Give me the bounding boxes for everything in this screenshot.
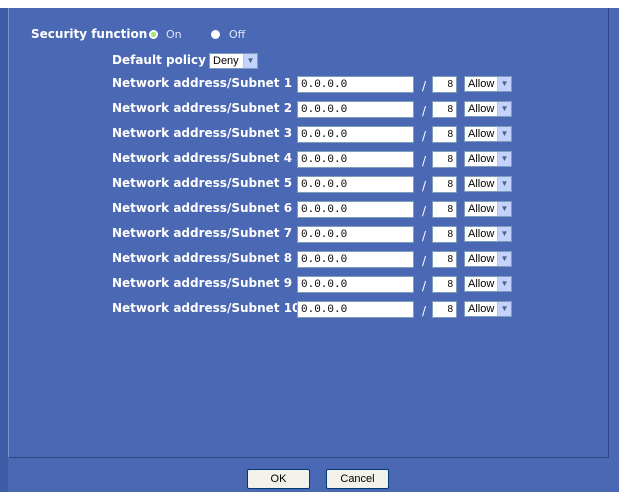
rule-action-select[interactable]: Allow ▼ xyxy=(464,101,512,117)
rule-action-select[interactable]: Allow ▼ xyxy=(464,126,512,142)
rule-label: Network address/Subnet 6 xyxy=(112,201,293,215)
chevron-down-icon: ▼ xyxy=(243,54,257,68)
subnet-mask-input[interactable]: 8 xyxy=(432,201,457,218)
network-address-input[interactable]: 0.0.0.0 xyxy=(297,226,414,243)
chevron-down-icon: ▼ xyxy=(497,77,511,91)
rule-action-value: Allow xyxy=(468,278,495,290)
subnet-mask-input[interactable]: 8 xyxy=(432,276,457,293)
security-function-label: Security function xyxy=(31,27,148,41)
subnet-mask-input[interactable]: 8 xyxy=(432,301,457,318)
network-address-input[interactable]: 0.0.0.0 xyxy=(297,126,414,143)
subnet-mask-input[interactable]: 8 xyxy=(432,126,457,143)
subnet-mask-input[interactable]: 8 xyxy=(432,101,457,118)
rule-action-value: Allow xyxy=(468,228,495,240)
rule-action-select[interactable]: Allow ▼ xyxy=(464,251,512,267)
chevron-down-icon: ▼ xyxy=(497,177,511,191)
rule-label: Network address/Subnet 3 xyxy=(112,126,293,140)
security-off-label: Off xyxy=(229,28,246,41)
rule-label: Network address/Subnet 4 xyxy=(112,151,293,165)
subnet-mask-input[interactable]: 8 xyxy=(432,226,457,243)
rule-action-select[interactable]: Allow ▼ xyxy=(464,201,512,217)
separator-slash: / xyxy=(422,279,427,293)
chevron-down-icon: ▼ xyxy=(497,202,511,216)
chevron-down-icon: ▼ xyxy=(497,127,511,141)
rule-action-select[interactable]: Allow ▼ xyxy=(464,151,512,167)
rule-label: Network address/Subnet 8 xyxy=(112,251,293,265)
rule-action-value: Allow xyxy=(468,253,495,265)
network-address-input[interactable]: 0.0.0.0 xyxy=(297,151,414,168)
rule-action-value: Allow xyxy=(468,103,495,115)
security-on-radio[interactable] xyxy=(149,30,158,39)
radio-selected-icon xyxy=(151,32,156,37)
rule-action-value: Allow xyxy=(468,303,495,315)
left-frame-edge xyxy=(0,8,8,492)
separator-slash: / xyxy=(422,179,427,193)
chevron-down-icon: ▼ xyxy=(497,302,511,316)
rule-label: Network address/Subnet 1 xyxy=(112,76,293,90)
chevron-down-icon: ▼ xyxy=(497,102,511,116)
rule-label: Network address/Subnet 7 xyxy=(112,226,293,240)
top-frame-bar xyxy=(0,0,619,8)
rule-action-select[interactable]: Allow ▼ xyxy=(464,301,512,317)
rule-action-select[interactable]: Allow ▼ xyxy=(464,276,512,292)
rule-label: Network address/Subnet 10 xyxy=(112,301,301,315)
security-on-label: On xyxy=(166,28,182,41)
chevron-down-icon: ▼ xyxy=(497,152,511,166)
separator-slash: / xyxy=(422,154,427,168)
rule-label: Network address/Subnet 9 xyxy=(112,276,293,290)
subnet-mask-input[interactable]: 8 xyxy=(432,176,457,193)
separator-slash: / xyxy=(422,304,427,318)
network-address-input[interactable]: 0.0.0.0 xyxy=(297,251,414,268)
chevron-down-icon: ▼ xyxy=(497,252,511,266)
subnet-mask-input[interactable]: 8 xyxy=(432,76,457,93)
rule-action-select[interactable]: Allow ▼ xyxy=(464,76,512,92)
security-off-radio[interactable] xyxy=(211,30,220,39)
rule-action-select[interactable]: Allow ▼ xyxy=(464,176,512,192)
subnet-mask-input[interactable]: 8 xyxy=(432,151,457,168)
network-address-input[interactable]: 0.0.0.0 xyxy=(297,76,414,93)
default-policy-value: Deny xyxy=(213,55,239,67)
rule-action-value: Allow xyxy=(468,128,495,140)
rule-action-value: Allow xyxy=(468,178,495,190)
network-address-input[interactable]: 0.0.0.0 xyxy=(297,276,414,293)
network-address-input[interactable]: 0.0.0.0 xyxy=(297,176,414,193)
rule-action-select[interactable]: Allow ▼ xyxy=(464,226,512,242)
chevron-down-icon: ▼ xyxy=(497,277,511,291)
separator-slash: / xyxy=(422,129,427,143)
separator-slash: / xyxy=(422,104,427,118)
network-address-input[interactable]: 0.0.0.0 xyxy=(297,301,414,318)
separator-slash: / xyxy=(422,204,427,218)
separator-slash: / xyxy=(422,254,427,268)
ok-button[interactable]: OK xyxy=(247,469,310,489)
rule-action-value: Allow xyxy=(468,203,495,215)
rule-label: Network address/Subnet 5 xyxy=(112,176,293,190)
default-policy-label: Default policy xyxy=(112,53,206,67)
subnet-mask-input[interactable]: 8 xyxy=(432,251,457,268)
separator-slash: / xyxy=(422,229,427,243)
rule-label: Network address/Subnet 2 xyxy=(112,101,293,115)
separator-slash: / xyxy=(422,79,427,93)
rule-action-value: Allow xyxy=(468,153,495,165)
cancel-button[interactable]: Cancel xyxy=(326,469,389,489)
network-address-input[interactable]: 0.0.0.0 xyxy=(297,201,414,218)
chevron-down-icon: ▼ xyxy=(497,227,511,241)
default-policy-select[interactable]: Deny ▼ xyxy=(209,53,258,69)
rule-action-value: Allow xyxy=(468,78,495,90)
network-address-input[interactable]: 0.0.0.0 xyxy=(297,101,414,118)
